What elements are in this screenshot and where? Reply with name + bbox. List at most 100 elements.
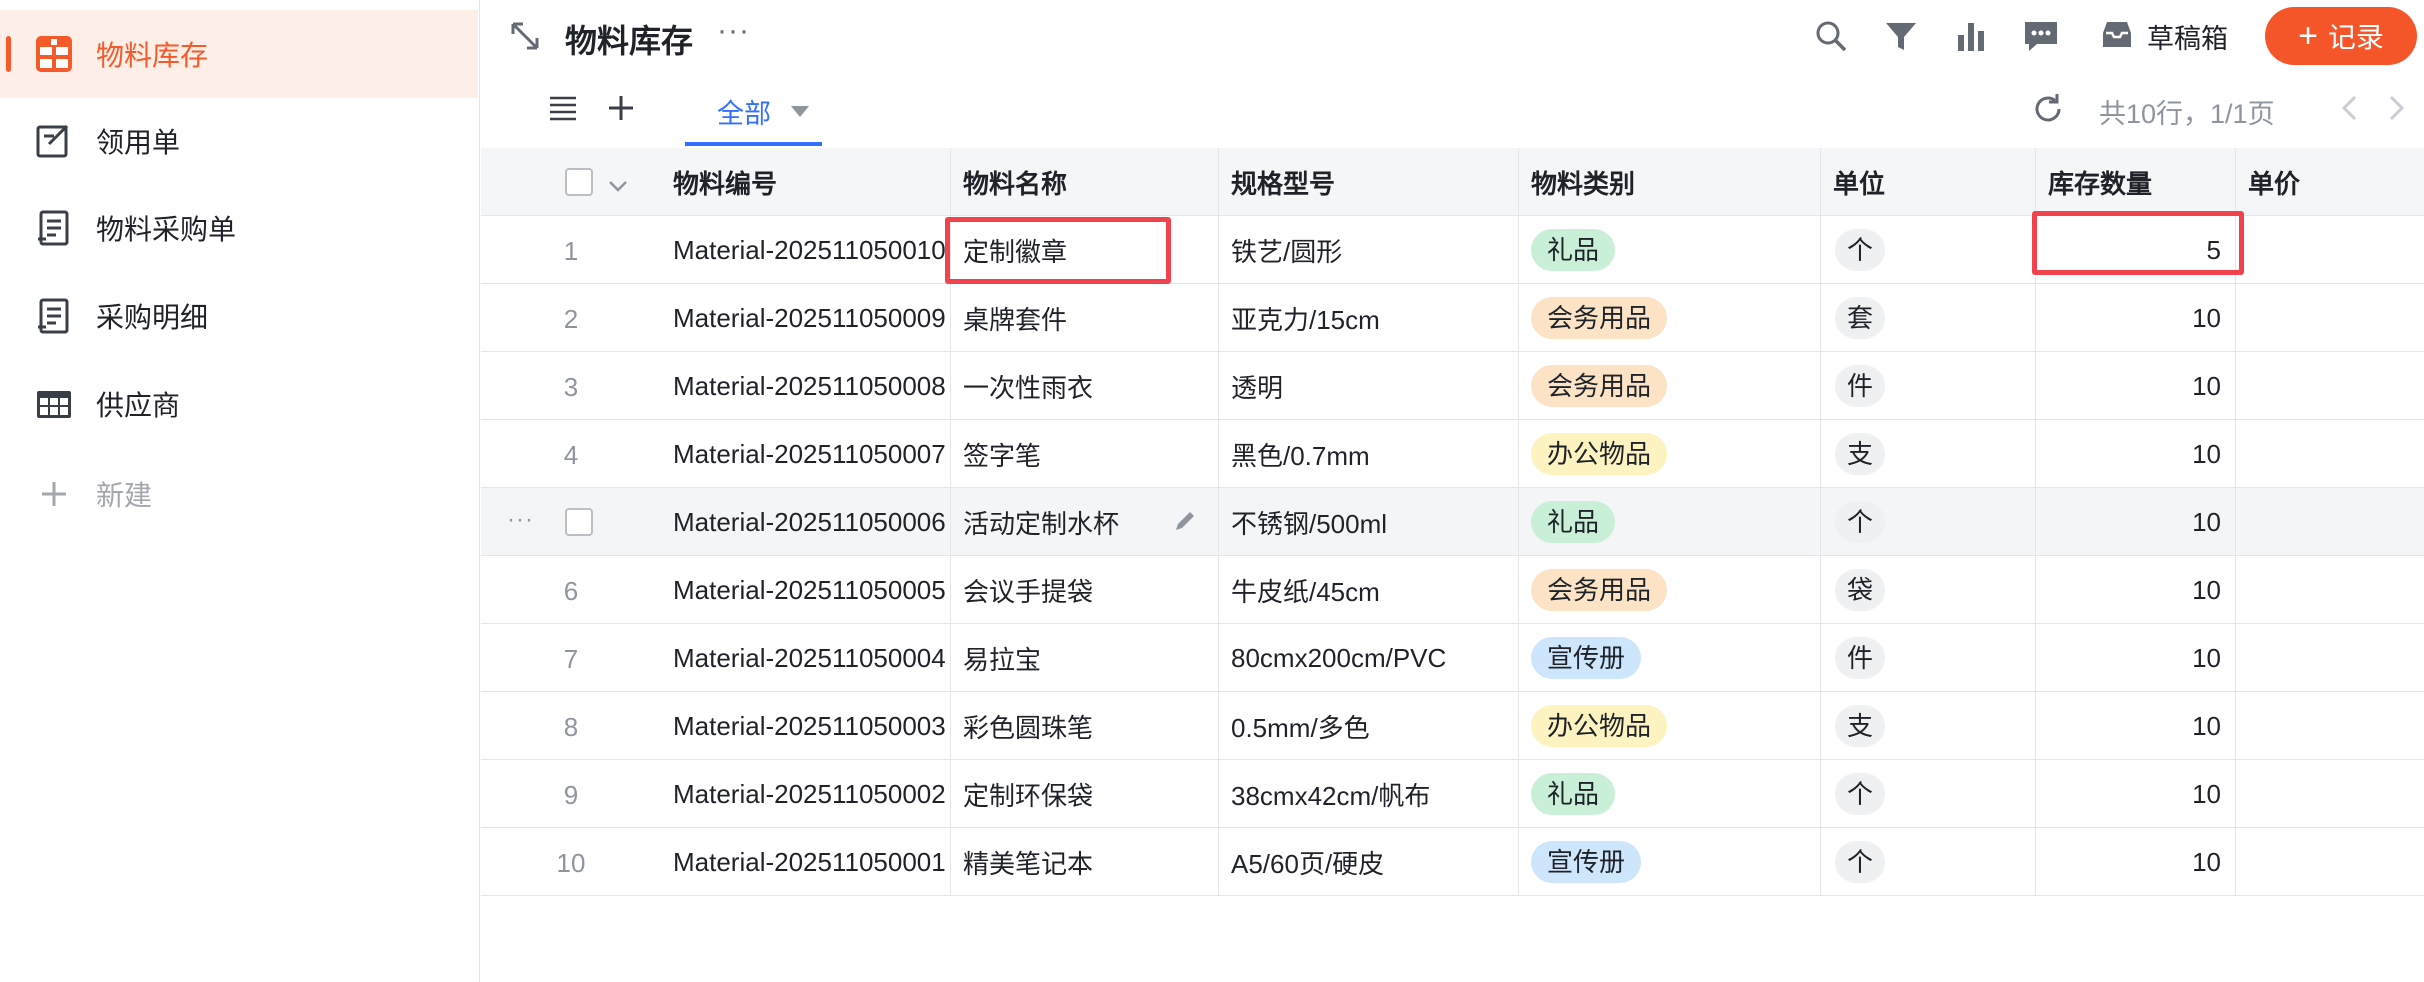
stock-quantity-cell[interactable]: 10	[2036, 420, 2236, 488]
select-all-checkbox[interactable]	[565, 168, 593, 196]
row-checkbox[interactable]	[565, 508, 593, 536]
column-header-spec[interactable]: 规格型号	[1219, 148, 1519, 216]
material-spec-cell[interactable]: 0.5mm/多色	[1219, 692, 1519, 760]
material-category-cell[interactable]: 会务用品	[1519, 284, 1821, 352]
material-category-cell[interactable]: 宣传册	[1519, 828, 1821, 896]
chevron-down-icon[interactable]	[791, 105, 809, 117]
row-more-icon[interactable]: ···	[507, 506, 534, 534]
material-category-cell[interactable]: 会务用品	[1519, 352, 1821, 420]
material-spec-cell[interactable]: 铁艺/圆形	[1219, 216, 1519, 284]
stock-quantity-cell[interactable]: 10	[2036, 488, 2236, 556]
material-category-cell[interactable]: 礼品	[1519, 216, 1821, 284]
sidebar-item-purchase-order[interactable]: 物料采购单	[0, 184, 478, 272]
material-name-cell[interactable]: 彩色圆珠笔	[951, 692, 1219, 760]
material-code-cell[interactable]: Material-202511050008	[661, 352, 951, 420]
menu-icon[interactable]	[547, 92, 579, 124]
unit-price-cell[interactable]	[2236, 352, 2424, 420]
sidebar-item-requisition[interactable]: 领用单	[0, 97, 478, 185]
stock-quantity-cell[interactable]: 10	[2036, 556, 2236, 624]
table-row[interactable]: 3 Material-202511050008 一次性雨衣 透明 会务用品 件 10	[481, 352, 2424, 420]
chevron-down-icon[interactable]	[607, 172, 629, 203]
material-name-cell[interactable]: 定制徽章	[951, 216, 1219, 284]
column-header-price[interactable]: 单价	[2236, 148, 2424, 216]
material-name-cell[interactable]: 活动定制水杯	[951, 488, 1219, 556]
unit-price-cell[interactable]	[2236, 488, 2424, 556]
material-name-cell[interactable]: 精美笔记本	[951, 828, 1219, 896]
table-row[interactable]: 10 Material-202511050001 精美笔记本 A5/60页/硬皮 宣传册…	[481, 828, 2424, 896]
unit-price-cell[interactable]	[2236, 216, 2424, 284]
expand-icon[interactable]	[507, 18, 543, 54]
chevron-left-icon[interactable]	[2335, 92, 2365, 124]
column-header-code[interactable]: 物料编号	[661, 148, 951, 216]
tab-all[interactable]: 全部	[685, 80, 822, 146]
material-unit-cell[interactable]: 件	[1821, 624, 2036, 692]
material-unit-cell[interactable]: 支	[1821, 692, 2036, 760]
table-row[interactable]: 6 Material-202511050005 会议手提袋 牛皮纸/45cm 会务用品 袋…	[481, 556, 2424, 624]
unit-price-cell[interactable]	[2236, 828, 2424, 896]
material-spec-cell[interactable]: A5/60页/硬皮	[1219, 828, 1519, 896]
table-row[interactable]: ··· Material-202511050006 活动定制水杯 不锈钢/500ml 礼…	[481, 488, 2424, 556]
stock-quantity-cell[interactable]: 10	[2036, 828, 2236, 896]
stock-quantity-cell[interactable]: 10	[2036, 284, 2236, 352]
stock-quantity-cell[interactable]: 5	[2036, 216, 2236, 284]
material-spec-cell[interactable]: 黑色/0.7mm	[1219, 420, 1519, 488]
material-name-cell[interactable]: 易拉宝	[951, 624, 1219, 692]
unit-price-cell[interactable]	[2236, 284, 2424, 352]
material-unit-cell[interactable]: 支	[1821, 420, 2036, 488]
sidebar-item-purchase-detail[interactable]: 采购明细	[0, 272, 478, 360]
material-unit-cell[interactable]: 套	[1821, 284, 2036, 352]
material-code-cell[interactable]: Material-202511050009	[661, 284, 951, 352]
material-code-cell[interactable]: Material-202511050005	[661, 556, 951, 624]
material-category-cell[interactable]: 宣传册	[1519, 624, 1821, 692]
chart-icon[interactable]	[1951, 16, 1991, 56]
table-row[interactable]: 7 Material-202511050004 易拉宝 80cmx200cm/PVC 宣…	[481, 624, 2424, 692]
chevron-right-icon[interactable]	[2381, 92, 2411, 124]
material-unit-cell[interactable]: 件	[1821, 352, 2036, 420]
material-name-cell[interactable]: 签字笔	[951, 420, 1219, 488]
column-header-unit[interactable]: 单位	[1821, 148, 2036, 216]
drafts-button[interactable]: 草稿箱	[2101, 14, 2228, 58]
column-header-name[interactable]: 物料名称	[951, 148, 1219, 216]
material-name-cell[interactable]: 桌牌套件	[951, 284, 1219, 352]
material-spec-cell[interactable]: 亚克力/15cm	[1219, 284, 1519, 352]
unit-price-cell[interactable]	[2236, 624, 2424, 692]
material-spec-cell[interactable]: 牛皮纸/45cm	[1219, 556, 1519, 624]
comment-icon[interactable]	[2021, 16, 2061, 56]
material-code-cell[interactable]: Material-202511050003	[661, 692, 951, 760]
material-category-cell[interactable]: 办公物品	[1519, 420, 1821, 488]
material-spec-cell[interactable]: 不锈钢/500ml	[1219, 488, 1519, 556]
search-icon[interactable]	[1811, 16, 1851, 56]
material-name-cell[interactable]: 定制环保袋	[951, 760, 1219, 828]
material-name-cell[interactable]: 会议手提袋	[951, 556, 1219, 624]
material-category-cell[interactable]: 办公物品	[1519, 692, 1821, 760]
stock-quantity-cell[interactable]: 10	[2036, 352, 2236, 420]
material-code-cell[interactable]: Material-202511050010	[661, 216, 951, 284]
sidebar-new-button[interactable]: 新建	[0, 450, 478, 538]
material-code-cell[interactable]: Material-202511050001	[661, 828, 951, 896]
unit-price-cell[interactable]	[2236, 692, 2424, 760]
column-header-quantity[interactable]: 库存数量	[2036, 148, 2236, 216]
material-unit-cell[interactable]: 袋	[1821, 556, 2036, 624]
material-category-cell[interactable]: 礼品	[1519, 760, 1821, 828]
table-row[interactable]: 9 Material-202511050002 定制环保袋 38cmx42cm/帆布 礼…	[481, 760, 2424, 828]
sidebar-item-supplier[interactable]: 供应商	[0, 360, 478, 448]
filter-icon[interactable]	[1881, 16, 1921, 56]
stock-quantity-cell[interactable]: 10	[2036, 692, 2236, 760]
material-spec-cell[interactable]: 38cmx42cm/帆布	[1219, 760, 1519, 828]
unit-price-cell[interactable]	[2236, 420, 2424, 488]
refresh-icon[interactable]	[2031, 92, 2065, 126]
material-unit-cell[interactable]: 个	[1821, 488, 2036, 556]
material-code-cell[interactable]: Material-202511050006	[661, 488, 951, 556]
material-unit-cell[interactable]: 个	[1821, 828, 2036, 896]
add-record-button[interactable]: + 记录	[2265, 7, 2417, 65]
more-options-icon[interactable]: ···	[717, 14, 750, 48]
material-code-cell[interactable]: Material-202511050004	[661, 624, 951, 692]
column-header-category[interactable]: 物料类别	[1519, 148, 1821, 216]
material-unit-cell[interactable]: 个	[1821, 216, 2036, 284]
table-row[interactable]: 8 Material-202511050003 彩色圆珠笔 0.5mm/多色 办公物品 支…	[481, 692, 2424, 760]
material-spec-cell[interactable]: 透明	[1219, 352, 1519, 420]
add-view-icon[interactable]	[605, 92, 637, 124]
table-row[interactable]: 2 Material-202511050009 桌牌套件 亚克力/15cm 会务用品 套 1…	[481, 284, 2424, 352]
material-category-cell[interactable]: 礼品	[1519, 488, 1821, 556]
unit-price-cell[interactable]	[2236, 760, 2424, 828]
